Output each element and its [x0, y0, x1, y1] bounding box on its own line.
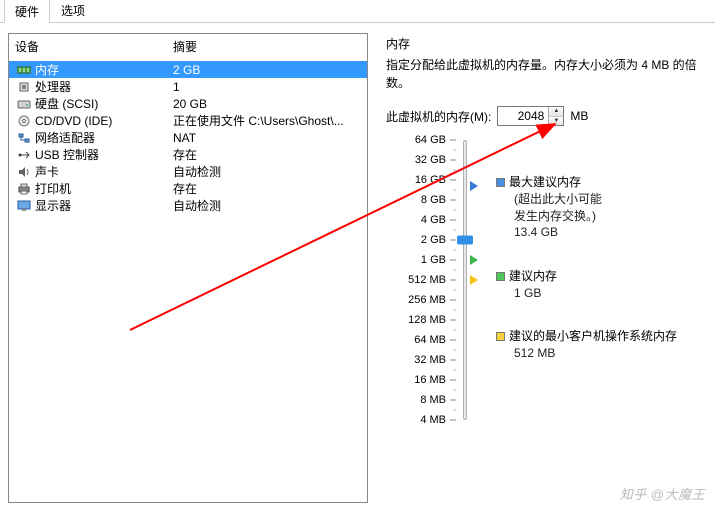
memory-input-label: 此虚拟机的内存(M):	[386, 108, 491, 125]
cpu-icon	[15, 80, 33, 94]
printer-icon	[15, 182, 33, 196]
header-summary: 摘要	[173, 38, 361, 55]
legend-max-label: 最大建议内存	[509, 175, 581, 189]
network-icon	[15, 131, 33, 145]
memory-unit: MB	[570, 109, 588, 123]
memory-input[interactable]	[498, 107, 548, 125]
device-row-usb[interactable]: USB 控制器 存在	[9, 146, 367, 163]
marker-min	[470, 275, 478, 285]
legend-rec-value: 1 GB	[496, 285, 707, 302]
device-name: CD/DVD (IDE)	[35, 114, 173, 128]
device-summary: 1	[173, 80, 367, 94]
spinner-buttons[interactable]: ▲ ▼	[548, 107, 563, 125]
slider-track-column	[460, 140, 470, 440]
scale-label: 8 GB	[421, 194, 446, 206]
device-summary: 2 GB	[173, 63, 367, 77]
legend-swatch-green	[496, 272, 505, 281]
scale-label: 64 MB	[414, 334, 446, 346]
memory-icon	[15, 63, 33, 77]
legend-swatch-blue	[496, 178, 505, 187]
display-icon	[15, 199, 33, 213]
device-name: 打印机	[35, 180, 173, 197]
device-row-cpu[interactable]: 处理器 1	[9, 78, 367, 95]
device-summary: 20 GB	[173, 97, 367, 111]
device-name: 硬盘 (SCSI)	[35, 95, 173, 112]
legend-max-sub2: 发生内存交换。)	[496, 208, 707, 225]
memory-slider-area: 64 GB32 GB16 GB8 GB4 GB2 GB1 GB512 MB256…	[386, 140, 707, 440]
cd-icon	[15, 114, 33, 128]
spinner-down[interactable]: ▼	[549, 117, 563, 126]
slider-track[interactable]	[463, 140, 467, 420]
marker-column	[470, 140, 490, 440]
section-description: 指定分配给此虚拟机的内存量。内存大小必须为 4 MB 的倍数。	[386, 56, 707, 92]
device-row-cd[interactable]: CD/DVD (IDE) 正在使用文件 C:\Users\Ghost\...	[9, 112, 367, 129]
sound-icon	[15, 165, 33, 179]
header-device: 设备	[15, 38, 173, 55]
legend-min-label: 建议的最小客户机操作系统内存	[509, 329, 677, 343]
tab-hardware[interactable]: 硬件	[4, 0, 50, 23]
device-name: 显示器	[35, 197, 173, 214]
legend-max: 最大建议内存 (超出此大小可能 发生内存交换。) 13.4 GB	[496, 174, 707, 241]
device-summary: 正在使用文件 C:\Users\Ghost\...	[173, 112, 367, 129]
tab-bar: 硬件 选项	[0, 0, 715, 23]
memory-panel: 内存 指定分配给此虚拟机的内存量。内存大小必须为 4 MB 的倍数。 此虚拟机的…	[386, 33, 707, 503]
scale-label: 4 GB	[421, 214, 446, 226]
spinner-up[interactable]: ▲	[549, 107, 563, 117]
scale-label: 32 GB	[415, 154, 446, 166]
device-row-printer[interactable]: 打印机 存在	[9, 180, 367, 197]
device-name: 声卡	[35, 163, 173, 180]
legend-column: 最大建议内存 (超出此大小可能 发生内存交换。) 13.4 GB 建议内存 1 …	[490, 140, 707, 440]
device-summary: NAT	[173, 131, 367, 145]
scale-label: 512 MB	[408, 274, 446, 286]
section-title: 内存	[386, 35, 707, 52]
usb-icon	[15, 148, 33, 162]
legend-rec-label: 建议内存	[509, 269, 557, 283]
disk-icon	[15, 97, 33, 111]
scale-label: 1 GB	[421, 254, 446, 266]
device-list-header: 设备 摘要	[9, 34, 367, 61]
scale-label: 2 GB	[421, 234, 446, 246]
scale-label: 32 MB	[414, 354, 446, 366]
device-summary: 存在	[173, 180, 367, 197]
device-list: 内存 2 GB 处理器 1 硬盘 (SCSI) 20 GB CD/DVD (ID…	[9, 61, 367, 214]
scale-label: 256 MB	[408, 294, 446, 306]
legend-max-value: 13.4 GB	[496, 224, 707, 241]
legend-swatch-yellow	[496, 332, 505, 341]
marker-rec	[470, 255, 478, 265]
device-row-disk[interactable]: 硬盘 (SCSI) 20 GB	[9, 95, 367, 112]
device-name: 网络适配器	[35, 129, 173, 146]
memory-spinner[interactable]: ▲ ▼	[497, 106, 564, 126]
scale-label: 64 GB	[415, 134, 446, 146]
device-row-sound[interactable]: 声卡 自动检测	[9, 163, 367, 180]
legend-min: 建议的最小客户机操作系统内存 512 MB	[496, 328, 707, 362]
content-area: 设备 摘要 内存 2 GB 处理器 1 硬盘 (SCSI) 20 GB CD/D…	[0, 23, 715, 511]
device-row-net[interactable]: 网络适配器 NAT	[9, 129, 367, 146]
scale-label: 16 MB	[414, 374, 446, 386]
device-name: 处理器	[35, 78, 173, 95]
legend-min-value: 512 MB	[496, 345, 707, 362]
memory-input-row: 此虚拟机的内存(M): ▲ ▼ MB	[386, 106, 707, 126]
device-row-display[interactable]: 显示器 自动检测	[9, 197, 367, 214]
watermark: 知乎 @大魔王	[620, 484, 705, 503]
device-summary: 自动检测	[173, 163, 367, 180]
marker-max	[470, 181, 478, 191]
scale-label: 128 MB	[408, 314, 446, 326]
scale-label: 16 GB	[415, 174, 446, 186]
device-row-memory[interactable]: 内存 2 GB	[9, 61, 367, 78]
scale-label: 4 MB	[420, 414, 446, 426]
device-panel: 设备 摘要 内存 2 GB 处理器 1 硬盘 (SCSI) 20 GB CD/D…	[8, 33, 368, 503]
scale-label: 8 MB	[420, 394, 446, 406]
legend-rec: 建议内存 1 GB	[496, 268, 707, 302]
device-name: 内存	[35, 61, 173, 78]
device-summary: 自动检测	[173, 197, 367, 214]
device-name: USB 控制器	[35, 146, 173, 163]
scale-column: 64 GB32 GB16 GB8 GB4 GB2 GB1 GB512 MB256…	[386, 140, 460, 440]
device-summary: 存在	[173, 146, 367, 163]
tab-options[interactable]: 选项	[50, 0, 96, 22]
legend-max-sub1: (超出此大小可能	[496, 191, 707, 208]
